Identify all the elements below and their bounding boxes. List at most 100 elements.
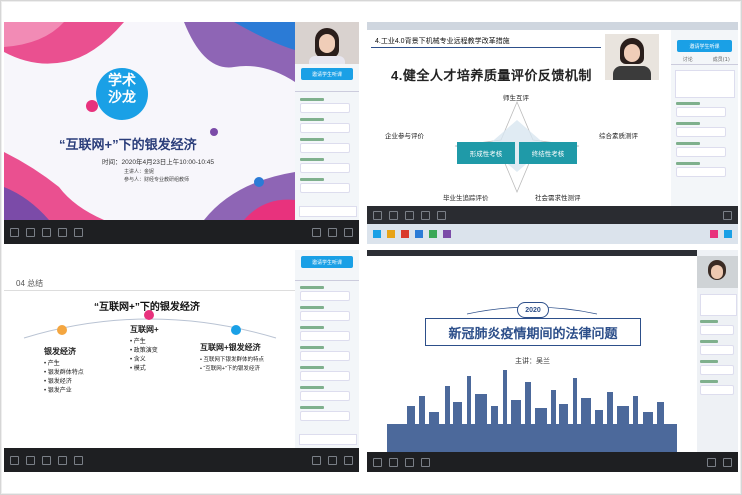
meeting-toolbar xyxy=(4,448,359,472)
chat-sidebar: 邀请学生听课 xyxy=(295,22,359,220)
chat-sidebar xyxy=(697,250,738,452)
share-icon[interactable] xyxy=(405,457,414,467)
col-title: 互联网+ xyxy=(130,325,159,334)
invite-students-button[interactable]: 邀请学生听课 xyxy=(677,40,732,52)
label-top: 师生互评 xyxy=(503,95,529,102)
camera-icon[interactable] xyxy=(389,210,398,220)
chat-message xyxy=(300,286,350,301)
chat-message xyxy=(300,98,350,113)
slide-title-text: 新冠肺炎疫情期间的法律问题 xyxy=(448,325,618,341)
chat-message xyxy=(300,178,350,193)
camera-icon[interactable] xyxy=(26,227,35,237)
chat-message xyxy=(300,138,350,153)
meeting-window-1: 学术 沙龙 “互联网+”下的银发经济 时间：2020年4月23日上午10:00-… xyxy=(4,22,359,244)
city-skyline xyxy=(387,306,677,452)
mic-icon[interactable] xyxy=(373,457,382,467)
chat-message xyxy=(700,340,734,355)
invite-students-button[interactable]: 邀请学生听课 xyxy=(301,68,353,80)
share-icon[interactable] xyxy=(42,227,51,237)
tab-members[interactable] xyxy=(327,83,359,92)
record-icon[interactable] xyxy=(312,455,321,465)
col-item: • 银发产业 xyxy=(44,388,72,394)
invite-students-button[interactable]: 邀请学生听课 xyxy=(301,256,353,268)
label-left: 企业参与评价 xyxy=(385,133,424,140)
sidebar-tabs xyxy=(295,272,359,281)
webcam-feed xyxy=(697,256,738,288)
chat-message xyxy=(300,326,350,341)
chat-input[interactable] xyxy=(299,206,357,217)
chat-notice xyxy=(700,294,737,316)
col-item: • 产生 xyxy=(130,339,146,345)
slide-attendees: 参与人：财经专业教研组教师 xyxy=(124,177,190,183)
share-icon[interactable] xyxy=(405,210,414,220)
label-bottom-right: 社会需求性测评 xyxy=(535,195,581,202)
grid-icon[interactable] xyxy=(74,455,83,465)
tab-discussion[interactable] xyxy=(295,272,327,281)
chat-message xyxy=(676,162,726,177)
slide-legal: 2020 新冠肺炎疫情期间的法律问题 主讲：吴兰 xyxy=(367,256,697,452)
folder-icon[interactable] xyxy=(387,230,395,238)
start-icon[interactable] xyxy=(373,230,381,238)
settings-icon[interactable] xyxy=(707,457,716,467)
col-item: • 政策演变 xyxy=(130,348,158,354)
label-bottom-left: 毕业生追踪评价 xyxy=(443,195,489,202)
chat-message xyxy=(300,366,350,381)
slide-title: 新冠肺炎疫情期间的法律问题 xyxy=(425,318,641,346)
label-right: 综合素质测评 xyxy=(599,133,638,140)
tab-members[interactable] xyxy=(327,272,359,281)
members-icon[interactable] xyxy=(421,210,430,220)
app-icon[interactable] xyxy=(401,230,409,238)
chat-message xyxy=(300,158,350,173)
fullscreen-icon[interactable] xyxy=(344,227,353,237)
slide-evaluation: 4.工业4.0背景下机械专业远程教学改革措施 4.健全人才培养质量评价反馈机制 … xyxy=(367,30,671,206)
chat-message xyxy=(700,360,734,375)
chat-message xyxy=(676,102,726,117)
mic-icon[interactable] xyxy=(10,455,19,465)
record-icon[interactable] xyxy=(312,227,321,237)
col-item: • 互联网下银发群体的特点 xyxy=(200,357,264,363)
pen-icon[interactable] xyxy=(58,455,67,465)
pen-icon[interactable] xyxy=(58,227,67,237)
col-title: 银发经济 xyxy=(44,347,76,356)
meeting-window-3: 04 总结 “互联网+”下的银发经济 银发经济 • 产生 • 银发群体特点 • … xyxy=(4,250,359,472)
chat-message xyxy=(676,122,726,137)
mic-icon[interactable] xyxy=(373,210,382,220)
col-item: • 产生 xyxy=(44,361,60,367)
settings-icon[interactable] xyxy=(328,455,337,465)
chat-message xyxy=(300,406,350,421)
meeting-window-4: 2020 新冠肺炎疫情期间的法律问题 主讲：吴兰 xyxy=(367,250,738,472)
mic-icon[interactable] xyxy=(10,227,19,237)
app-icon[interactable] xyxy=(429,230,437,238)
camera-icon[interactable] xyxy=(26,455,35,465)
tray-icon[interactable] xyxy=(724,230,732,238)
fullscreen-icon[interactable] xyxy=(344,455,353,465)
window-titlebar xyxy=(367,22,738,30)
settings-icon[interactable] xyxy=(328,227,337,237)
slide-background-shapes xyxy=(4,22,295,220)
tab-members[interactable]: 成员(1) xyxy=(704,56,738,65)
tab-discussion[interactable] xyxy=(295,83,327,92)
tray-icon[interactable] xyxy=(710,230,718,238)
box-summative: 终结性考核 xyxy=(519,142,577,164)
share-icon[interactable] xyxy=(42,455,51,465)
chat-input[interactable] xyxy=(299,434,357,445)
slide-host: 主讲人：金妮 xyxy=(124,169,155,175)
chat-message xyxy=(300,118,350,133)
members-icon[interactable] xyxy=(421,457,430,467)
chat-icon[interactable] xyxy=(437,210,446,220)
app-icon[interactable] xyxy=(443,230,451,238)
fullscreen-icon[interactable] xyxy=(723,457,732,467)
more-icon[interactable] xyxy=(723,210,732,220)
camera-icon[interactable] xyxy=(389,457,398,467)
year-badge: 2020 xyxy=(517,302,549,318)
grid-icon[interactable] xyxy=(74,227,83,237)
salon-badge-line2: 沙龙 xyxy=(108,89,136,105)
browser-icon[interactable] xyxy=(415,230,423,238)
meeting-toolbar xyxy=(367,206,738,224)
windows-taskbar xyxy=(367,224,738,244)
sidebar-tabs xyxy=(295,83,359,92)
meeting-toolbar xyxy=(4,220,359,244)
chat-message xyxy=(700,380,734,395)
tab-discussion[interactable]: 讨论 xyxy=(671,56,705,65)
col-item: • 银发群体特点 xyxy=(44,370,84,376)
